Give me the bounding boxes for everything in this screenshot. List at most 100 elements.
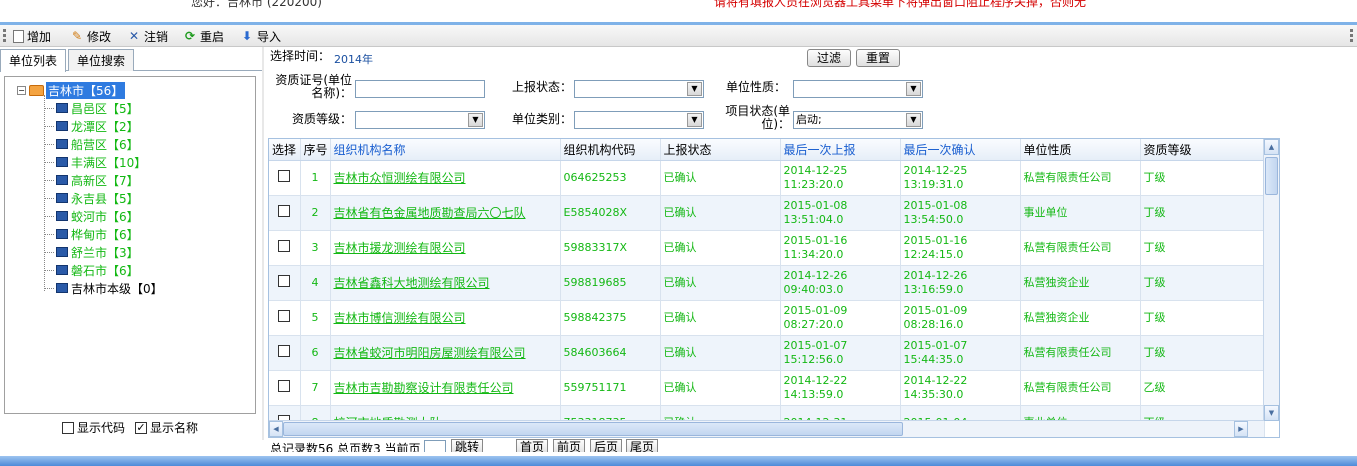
restart-button[interactable]: ⟳ 重启 [183,27,224,45]
qual-level-select[interactable]: ▼ [355,111,485,129]
row-checkbox[interactable] [278,204,291,217]
tree-root-name: 吉林市 [48,83,85,98]
col-unit-nature: 单位性质 [1020,139,1141,161]
tab-unit-list[interactable]: 单位列表 [0,49,67,72]
qual-level-label: 资质等级： [291,112,352,126]
next-page-button[interactable]: 后页 [590,439,623,452]
scroll-right-icon[interactable]: ▶ [1234,421,1248,437]
scroll-thumb[interactable] [283,422,903,436]
grid-vertical-scrollbar[interactable]: ▲ ▼ [1263,139,1279,421]
col-org-name[interactable]: 组织机构名称 [330,139,561,161]
tree-connector [44,197,54,199]
edit-button[interactable]: ✎ 修改 [70,27,111,45]
org-name-link[interactable]: 吉林市众恒测绘有限公司 [330,160,561,196]
monitor-icon [56,121,68,131]
scroll-down-icon[interactable]: ▼ [1264,405,1279,421]
tree-item[interactable]: 昌邑区【5】 [44,99,139,117]
last-page-button[interactable]: 尾页 [626,439,659,452]
row-select-cell[interactable] [269,300,301,336]
reset-button[interactable]: 重置 [856,49,900,67]
row-select-cell[interactable] [269,230,301,266]
row-select-cell[interactable] [269,195,301,231]
folder-icon [29,84,44,96]
unit-type-select[interactable]: ▼ [574,111,704,129]
collapse-icon[interactable]: − [17,85,26,95]
confirm-date: 2015-01-16 [903,233,968,247]
org-name-link[interactable]: 吉林市博信测绘有限公司 [330,300,561,336]
table-row[interactable]: 6 吉林省蛟河市明阳房屋测绘有限公司 584603664 已确认 2015-01-07 1… [269,335,1265,371]
tree-item[interactable]: 磐石市【6】 [44,261,139,279]
tree-item[interactable]: 桦甸市【6】 [44,225,139,243]
report-date: 2014-12-26 [783,268,848,282]
org-name-link[interactable]: 吉林市吉勘勘察设计有限责任公司 [330,370,561,406]
report-date: 2014-12-25 [783,163,848,177]
tree-root[interactable]: − 吉林市【56】 [17,81,126,99]
org-name-link[interactable]: 吉林省鑫科大地测绘有限公司 [330,265,561,301]
col-last-confirm[interactable]: 最后一次确认 [900,139,1021,161]
import-button[interactable]: ⬇ 导入 [240,27,281,45]
table-row[interactable]: 1 吉林市众恒测绘有限公司 064625253 已确认 2014-12-25 11:23:… [269,160,1265,196]
tree-item[interactable]: 船营区【6】 [44,135,139,153]
filter-button[interactable]: 过滤 [807,49,851,67]
first-page-button[interactable]: 首页 [516,439,549,452]
add-button[interactable]: 增加 [13,27,51,45]
prev-page-button[interactable]: 前页 [553,439,586,452]
table-row[interactable]: 2 吉林省有色金属地质勘查局六〇七队 E5854028X 已确认 2015-01-08 1… [269,195,1265,231]
chevron-down-icon: ▼ [468,113,483,127]
scroll-up-icon[interactable]: ▲ [1264,139,1279,155]
page-number-input[interactable] [424,440,446,452]
cert-input[interactable] [355,80,485,98]
org-name-link[interactable]: 吉林市援龙测绘有限公司 [330,230,561,266]
tree-item-count: 【2】 [107,119,139,134]
logout-button[interactable]: ✕ 注销 [127,27,168,45]
tree-item[interactable]: 丰满区【10】 [44,153,146,171]
report-date: 2014-12-22 [783,373,848,387]
row-select-cell[interactable] [269,335,301,371]
report-status-select[interactable]: ▼ [574,80,704,98]
confirm-time: 13:19:31.0 [903,177,964,191]
logout-label: 注销 [144,29,169,44]
row-checkbox[interactable] [278,309,291,322]
table-row[interactable]: 3 吉林市援龙测绘有限公司 59883317X 已确认 2015-01-16 11:34:… [269,230,1265,266]
monitor-icon [56,247,68,257]
row-select-cell[interactable] [269,160,301,196]
grid-horizontal-scrollbar[interactable]: ◀ ▶ [269,420,1264,437]
checkmark-icon: ✓ [135,421,148,434]
project-status-select[interactable]: 启动; ▼ [793,111,923,129]
tree-item[interactable]: 蛟河市【6】 [44,207,139,225]
monitor-icon [56,175,68,185]
time-value[interactable]: 2014年 [334,51,373,67]
unit-nature-select[interactable]: ▼ [793,80,923,98]
tree-item-count: 【3】 [107,245,139,260]
table-row[interactable]: 7 吉林市吉勘勘察设计有限责任公司 559751171 已确认 2014-12-22 14… [269,370,1265,406]
row-checkbox[interactable] [278,169,291,182]
table-row[interactable]: 5 吉林市博信测绘有限公司 598842375 已确认 2015-01-09 08:27:… [269,300,1265,336]
row-checkbox[interactable] [278,239,291,252]
scroll-left-icon[interactable]: ◀ [269,421,283,437]
scroll-thumb[interactable] [1265,157,1278,195]
tree-item[interactable]: 永吉县【5】 [44,189,139,207]
show-name-checkbox[interactable]: ✓ 显示名称 [135,419,198,436]
monitor-icon [56,211,68,221]
org-name-link[interactable]: 吉林省蛟河市明阳房屋测绘有限公司 [330,335,561,371]
tree-item[interactable]: 吉林市本级【0】 [44,279,163,297]
col-last-report[interactable]: 最后一次上报 [780,139,901,161]
tree-item[interactable]: 龙潭区【2】 [44,117,139,135]
row-checkbox[interactable] [278,274,291,287]
popup-warning: 请将有填报人员在浏览器工具菜单下将弹出窗口阻止程序关掉，否则无 [714,0,1087,9]
tab-unit-search[interactable]: 单位搜索 [68,49,135,71]
project-status-value: 启动; [796,113,822,126]
panel-splitter[interactable] [262,47,264,440]
org-name-link[interactable]: 吉林省有色金属地质勘查局六〇七队 [330,195,561,231]
table-row[interactable]: 4 吉林省鑫科大地测绘有限公司 598819685 已确认 2014-12-26 09:4… [269,265,1265,301]
show-code-checkbox[interactable]: 显示代码 [62,419,125,436]
tree-item[interactable]: 舒兰市【3】 [44,243,139,261]
row-checkbox[interactable] [278,379,291,392]
jump-button[interactable]: 跳转 [451,439,484,452]
row-select-cell[interactable] [269,370,301,406]
row-checkbox[interactable] [278,344,291,357]
monitor-icon [56,157,68,167]
tree-item[interactable]: 高新区【7】 [44,171,139,189]
row-select-cell[interactable] [269,265,301,301]
tree-item-count: 【6】 [107,137,139,152]
